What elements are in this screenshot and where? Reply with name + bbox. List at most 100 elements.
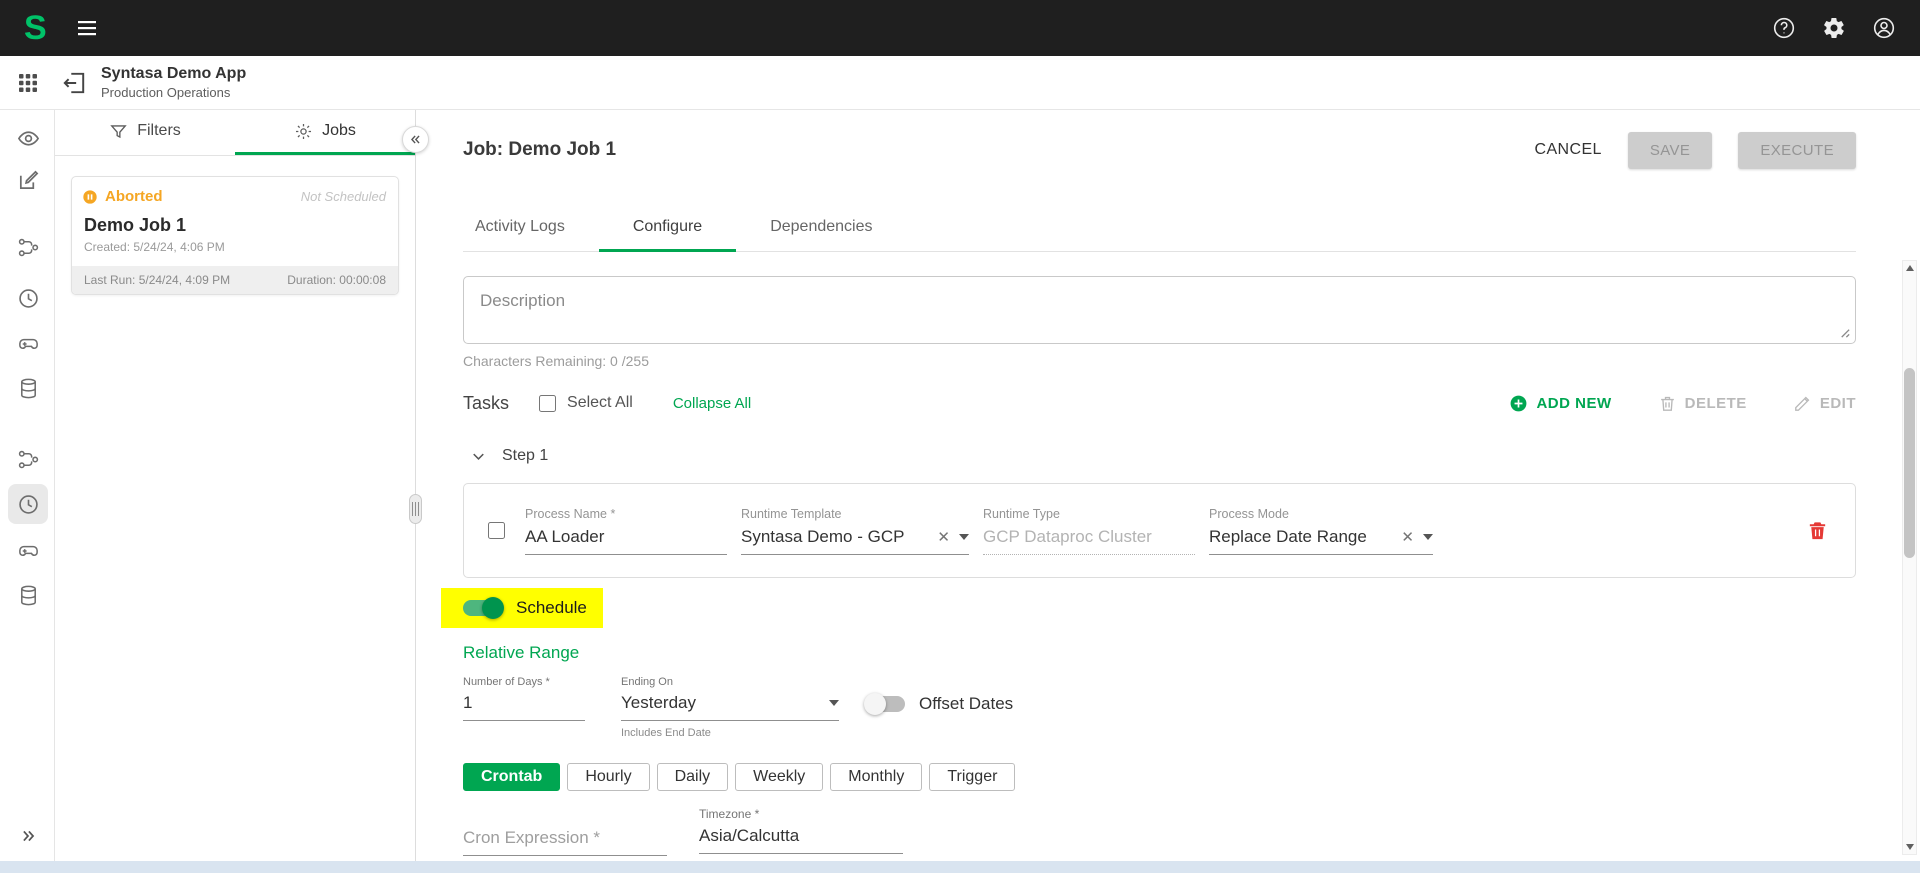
process-name-label: Process Name * [525, 507, 727, 521]
process-mode-label: Process Mode [1209, 507, 1433, 521]
description-field [463, 276, 1856, 344]
freq-tab-monthly[interactable]: Monthly [830, 763, 922, 791]
apps-grid-icon[interactable] [0, 71, 55, 95]
schedule-toggle[interactable] [463, 600, 503, 616]
freq-tab-weekly[interactable]: Weekly [735, 763, 823, 791]
process-name-field[interactable]: Process Name * AA Loader [525, 507, 727, 555]
app-title: Syntasa Demo App [101, 65, 246, 83]
clock-icon-active[interactable] [8, 484, 48, 524]
edit-button[interactable]: EDIT [1793, 394, 1856, 413]
trash-icon [1658, 394, 1677, 413]
job-schedule-note: Not Scheduled [301, 189, 386, 204]
clear-icon[interactable]: ✕ [937, 528, 950, 546]
number-of-days-value: 1 [463, 693, 585, 713]
help-icon[interactable] [1772, 16, 1796, 40]
database-icon-2[interactable] [8, 575, 48, 615]
schedule-toggle-label: Schedule [516, 598, 587, 618]
tab-configure[interactable]: Configure [599, 204, 736, 252]
pencil-icon [1793, 394, 1812, 413]
syntasa-logo-icon: S [24, 11, 45, 45]
topbar: S [0, 0, 1920, 56]
runtime-template-label: Runtime Template [741, 507, 969, 521]
jobs-gear-icon [294, 122, 313, 141]
pause-status-icon [82, 189, 98, 205]
description-input[interactable] [464, 277, 1855, 343]
select-all-label[interactable]: Select All [567, 394, 633, 412]
runtime-type-label: Runtime Type [983, 507, 1195, 521]
chevron-down-icon [959, 534, 969, 540]
plus-circle-icon [1509, 394, 1528, 413]
cron-expression-input[interactable]: Cron Expression * [463, 828, 667, 856]
scrollbar-thumb[interactable] [1904, 368, 1915, 558]
job-status-badge: Aborted [105, 188, 163, 205]
timezone-value[interactable]: Asia/Calcutta [699, 826, 903, 854]
clock-icon[interactable] [8, 278, 48, 318]
runtime-type-value: GCP Dataproc Cluster [983, 527, 1195, 547]
save-button[interactable]: SAVE [1628, 132, 1713, 169]
database-icon[interactable] [8, 368, 48, 408]
timezone-field[interactable]: Timezone * Asia/Calcutta [699, 807, 903, 861]
process-name-value: AA Loader [525, 527, 727, 547]
collapse-panel-button[interactable] [402, 126, 429, 153]
tab-jobs[interactable]: Jobs [235, 110, 415, 155]
scroll-down-arrow-icon[interactable] [1903, 840, 1916, 854]
execute-button[interactable]: EXECUTE [1738, 132, 1856, 169]
horizontal-scrollbar[interactable] [0, 861, 1920, 873]
offset-dates-toggle[interactable] [865, 696, 905, 712]
panel-resize-handle[interactable] [409, 494, 422, 524]
runtime-template-select[interactable]: Runtime Template Syntasa Demo - GCP ✕ [741, 507, 969, 555]
ending-on-value: Yesterday [621, 693, 827, 713]
filter-icon [109, 122, 128, 141]
workflow-icon-2[interactable] [8, 439, 48, 479]
controller-icon[interactable] [8, 323, 48, 363]
cron-expression-field[interactable]: Cron Expression * Quartz cron expression… [463, 807, 667, 861]
collapse-all-link[interactable]: Collapse All [673, 395, 751, 412]
controller-icon-2[interactable] [8, 530, 48, 570]
includes-end-date-note: Includes End Date [621, 727, 839, 739]
job-card[interactable]: Aborted Not Scheduled Demo Job 1 Created… [71, 176, 399, 295]
tab-activity-logs[interactable]: Activity Logs [463, 204, 599, 252]
freq-tab-daily[interactable]: Daily [657, 763, 729, 791]
freq-tab-hourly[interactable]: Hourly [567, 763, 649, 791]
jobs-panel: Filters Jobs Aborted Not Scheduled Demo … [55, 110, 416, 861]
double-chevron-left-icon [407, 131, 424, 148]
offset-dates-label: Offset Dates [919, 694, 1013, 714]
number-of-days-field[interactable]: Number of Days * 1 [463, 676, 585, 721]
page-title: Job: Demo Job 1 [463, 139, 616, 161]
resize-grip-icon[interactable] [1838, 326, 1851, 339]
step-collapse-chevron-icon[interactable] [469, 447, 488, 466]
job-created-text: Created: 5/24/24, 4:06 PM [72, 238, 398, 266]
freq-tab-trigger[interactable]: Trigger [929, 763, 1015, 791]
clear-icon[interactable]: ✕ [1401, 528, 1414, 546]
runtime-template-value: Syntasa Demo - GCP [741, 527, 930, 547]
workflow-icon[interactable] [8, 227, 48, 267]
tab-filters[interactable]: Filters [55, 110, 235, 155]
job-duration-text: Duration: 00:00:08 [287, 273, 386, 287]
account-icon[interactable] [1872, 16, 1896, 40]
edit-icon[interactable] [8, 160, 48, 200]
task-row-checkbox[interactable] [488, 522, 505, 539]
process-mode-select[interactable]: Process Mode Replace Date Range ✕ [1209, 507, 1433, 555]
delete-task-trash-icon[interactable] [1806, 519, 1829, 542]
delete-button[interactable]: DELETE [1658, 394, 1747, 413]
eye-icon[interactable] [8, 118, 48, 158]
cancel-button[interactable]: CANCEL [1535, 141, 1602, 159]
runtime-type-field: Runtime Type GCP Dataproc Cluster [983, 507, 1195, 555]
job-last-run-text: Last Run: 5/24/24, 4:09 PM [84, 273, 230, 287]
expand-rail-chevrons-icon[interactable] [8, 819, 48, 853]
left-icon-rail [0, 110, 55, 861]
exit-app-icon[interactable] [61, 70, 87, 96]
add-new-button[interactable]: ADD NEW [1509, 394, 1611, 413]
scroll-up-arrow-icon[interactable] [1903, 261, 1916, 275]
tab-filters-label: Filters [137, 122, 181, 140]
job-card-title: Demo Job 1 [72, 209, 398, 238]
freq-tab-crontab[interactable]: Crontab [463, 763, 560, 791]
vertical-scrollbar[interactable] [1902, 260, 1917, 855]
hamburger-menu-icon[interactable] [75, 16, 99, 40]
chars-remaining-text: Characters Remaining: 0 /255 [463, 353, 1856, 369]
gear-icon[interactable] [1822, 16, 1846, 40]
ending-on-select[interactable]: Ending On Yesterday Includes End Date [621, 676, 839, 739]
job-detail-main: Job: Demo Job 1 CANCEL SAVE EXECUTE Acti… [416, 110, 1920, 861]
select-all-checkbox[interactable] [539, 395, 556, 412]
tab-dependencies[interactable]: Dependencies [736, 204, 906, 252]
